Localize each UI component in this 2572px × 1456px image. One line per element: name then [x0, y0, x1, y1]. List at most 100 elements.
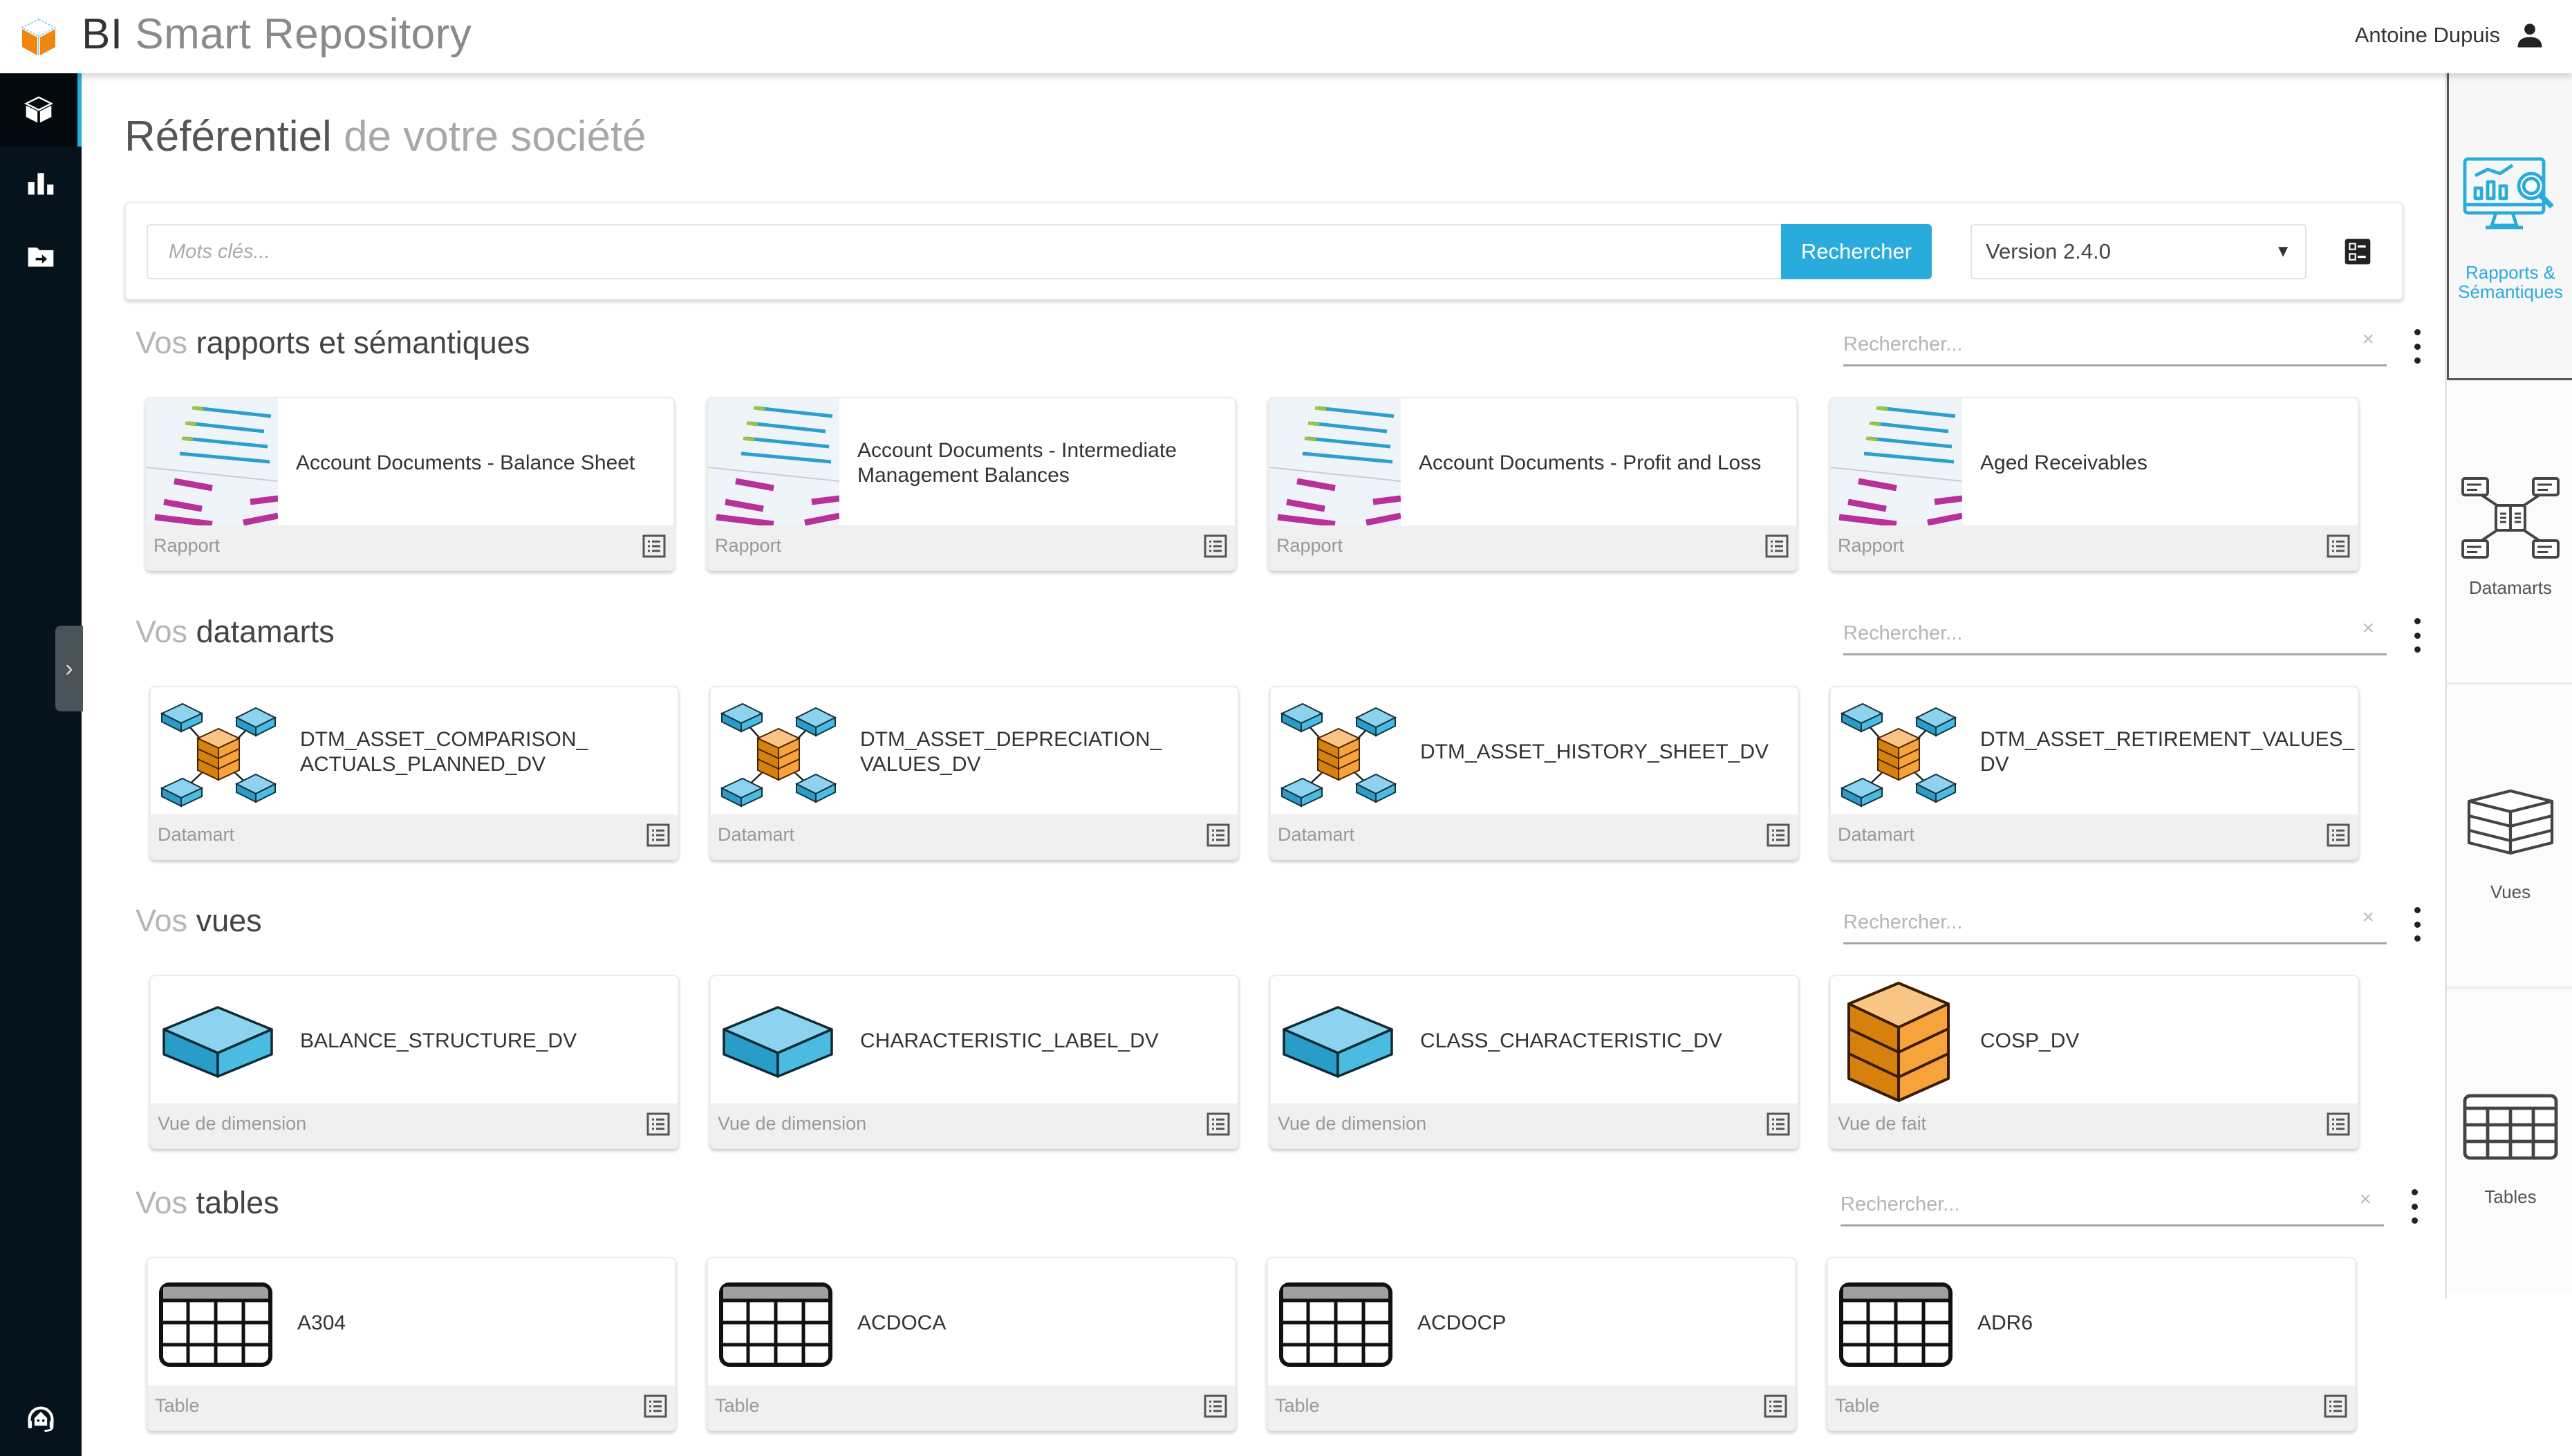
report-card[interactable]: Aged Receivables Rapport — [1829, 397, 2359, 571]
report-thumbnail — [1269, 398, 1401, 528]
section-title-main: datamarts — [196, 614, 335, 649]
sidebar-item-import[interactable] — [0, 220, 82, 293]
view-card[interactable]: CHARACTERISTIC_LABEL_DV Vue de dimension — [709, 975, 1239, 1149]
sidebar-item-statistics[interactable] — [0, 147, 82, 220]
category-tab-label: Tables — [2484, 1186, 2537, 1207]
sidebar-item-support[interactable] — [0, 1383, 82, 1456]
user-menu[interactable]: Antoine Dupuis — [2355, 21, 2544, 50]
report-card[interactable]: Account Documents - Profit and Loss Rapp… — [1268, 397, 1798, 571]
card-name: A304 — [297, 1312, 346, 1334]
card-footer: Table — [1268, 1385, 1795, 1430]
card-footer: Rapport — [708, 525, 1235, 570]
clear-icon[interactable]: × — [2362, 328, 2374, 351]
card-type: Vue de dimension — [1278, 1113, 1427, 1134]
details-list-icon[interactable] — [1764, 534, 1789, 559]
sidebar-item-repository[interactable] — [0, 73, 82, 147]
report-card[interactable]: Account Documents - Balance Sheet Rappor… — [145, 397, 675, 571]
section-title: Vos datamarts — [136, 614, 335, 650]
card-type: Datamart — [1838, 824, 1915, 845]
category-tab-views[interactable]: Vues — [2447, 684, 2572, 989]
more-options-icon[interactable] — [2410, 907, 2424, 942]
page-title: Référentiel de votre société — [124, 112, 646, 161]
page-title-strong: Référentiel — [124, 113, 332, 160]
card-name: BALANCE_STRUCTURE_DV — [300, 1029, 577, 1052]
view-card[interactable]: COSP_DV Vue de fait — [1829, 975, 2359, 1149]
section-filter-input[interactable] — [1841, 1185, 2324, 1224]
right-category-panel: Rapports & Sémantiques Datamarts Vues Ta… — [2445, 73, 2572, 1298]
category-tab-tables[interactable]: Tables — [2447, 989, 2572, 1293]
card-type: Vue de dimension — [718, 1113, 867, 1134]
card-footer: Rapport — [1269, 525, 1796, 570]
details-list-icon[interactable] — [2326, 534, 2351, 559]
details-list-icon[interactable] — [1203, 534, 1228, 559]
section-header-tables: Vos tables × — [136, 1185, 2418, 1233]
version-select[interactable]: Version 2.4.0 ▼ — [1970, 224, 2307, 279]
keywords-input[interactable] — [147, 224, 1781, 279]
details-list-icon[interactable] — [2326, 823, 2351, 848]
report-card[interactable]: Account Documents - Intermediate Managem… — [707, 397, 1236, 571]
table-icon — [153, 1264, 278, 1385]
details-list-icon[interactable] — [1206, 823, 1231, 848]
section-filter-input[interactable] — [1843, 903, 2327, 942]
card-name: DTM_ASSET_COMPARISON_ ACTUALS_PLANNED_DV — [300, 728, 588, 776]
report-thumbnail — [708, 398, 839, 528]
sidebar-expand-toggle[interactable]: › — [55, 626, 83, 711]
dimension-view-icon — [716, 982, 841, 1103]
details-list-icon[interactable] — [2326, 1112, 2351, 1137]
report-monitor-icon — [2463, 157, 2554, 229]
view-card[interactable]: BALANCE_STRUCTURE_DV Vue de dimension — [149, 975, 679, 1149]
details-list-icon[interactable] — [1206, 1112, 1231, 1137]
datamart-card[interactable]: DTM_ASSET_COMPARISON_ ACTUALS_PLANNED_DV… — [149, 686, 679, 860]
card-name: CHARACTERISTIC_LABEL_DV — [860, 1029, 1159, 1052]
table-icon — [1834, 1264, 1958, 1385]
details-list-icon[interactable] — [1763, 1394, 1788, 1419]
clear-icon[interactable]: × — [2362, 906, 2374, 929]
details-list-icon[interactable] — [646, 823, 671, 848]
table-icon — [714, 1264, 838, 1385]
details-list-icon[interactable] — [1766, 1112, 1791, 1137]
details-list-icon[interactable] — [2323, 1394, 2348, 1419]
card-footer: Vue de dimension — [711, 1103, 1238, 1148]
table-card[interactable]: ADR6 Table — [1827, 1257, 2356, 1431]
more-options-icon[interactable] — [2410, 329, 2424, 364]
details-list-icon[interactable] — [642, 534, 667, 559]
card-name: DTM_ASSET_DEPRECIATION_ VALUES_DV — [860, 728, 1162, 776]
app-title-strong: BI — [82, 10, 123, 58]
category-tab-datamarts[interactable]: Datamarts — [2447, 380, 2572, 684]
category-tab-reports[interactable]: Rapports & Sémantiques — [2447, 73, 2572, 380]
card-name: Account Documents - Intermediate Managem… — [857, 439, 1177, 487]
card-footer: Rapport — [147, 525, 673, 570]
layout-toggle-icon[interactable] — [2344, 238, 2371, 265]
details-list-icon[interactable] — [643, 1394, 668, 1419]
details-list-icon[interactable] — [1766, 823, 1791, 848]
section-filter-input[interactable] — [1843, 614, 2327, 653]
more-options-icon[interactable] — [2407, 1189, 2421, 1224]
datamart-card[interactable]: DTM_ASSET_DEPRECIATION_ VALUES_DV Datama… — [709, 686, 1239, 860]
version-value: Version 2.4.0 — [1986, 239, 2111, 263]
folder-arrow-icon — [28, 248, 54, 267]
table-card[interactable]: A304 Table — [147, 1257, 676, 1431]
more-options-icon[interactable] — [2410, 618, 2424, 653]
clear-icon[interactable]: × — [2359, 1188, 2371, 1211]
dimension-view-icon — [1276, 982, 1401, 1103]
section-title-prefix: Vos — [136, 614, 188, 649]
card-name: Account Documents - Balance Sheet — [296, 451, 635, 474]
card-type: Datamart — [718, 824, 795, 845]
card-footer: Table — [708, 1385, 1235, 1430]
table-card[interactable]: ACDOCP Table — [1267, 1257, 1796, 1431]
datamart-card[interactable]: DTM_ASSET_RETIREMENT_VALUES_ DV Datamart — [1829, 686, 2359, 860]
search-button[interactable]: Rechercher — [1781, 224, 1932, 279]
table-card[interactable]: ACDOCA Table — [707, 1257, 1236, 1431]
view-cube-icon — [2467, 789, 2554, 855]
user-icon — [2517, 24, 2542, 48]
section-filter-input[interactable] — [1843, 325, 2327, 364]
datamart-card[interactable]: DTM_ASSET_HISTORY_SHEET_DV Datamart — [1269, 686, 1799, 860]
details-list-icon[interactable] — [646, 1112, 671, 1137]
section-title-main: tables — [196, 1185, 279, 1220]
clear-icon[interactable]: × — [2362, 617, 2374, 640]
details-list-icon[interactable] — [1203, 1394, 1228, 1419]
section-title-prefix: Vos — [136, 325, 188, 360]
view-card[interactable]: CLASS_CHARACTERISTIC_DV Vue de dimension — [1269, 975, 1799, 1149]
cube-icon — [24, 96, 53, 123]
datamart-icon — [716, 693, 841, 814]
